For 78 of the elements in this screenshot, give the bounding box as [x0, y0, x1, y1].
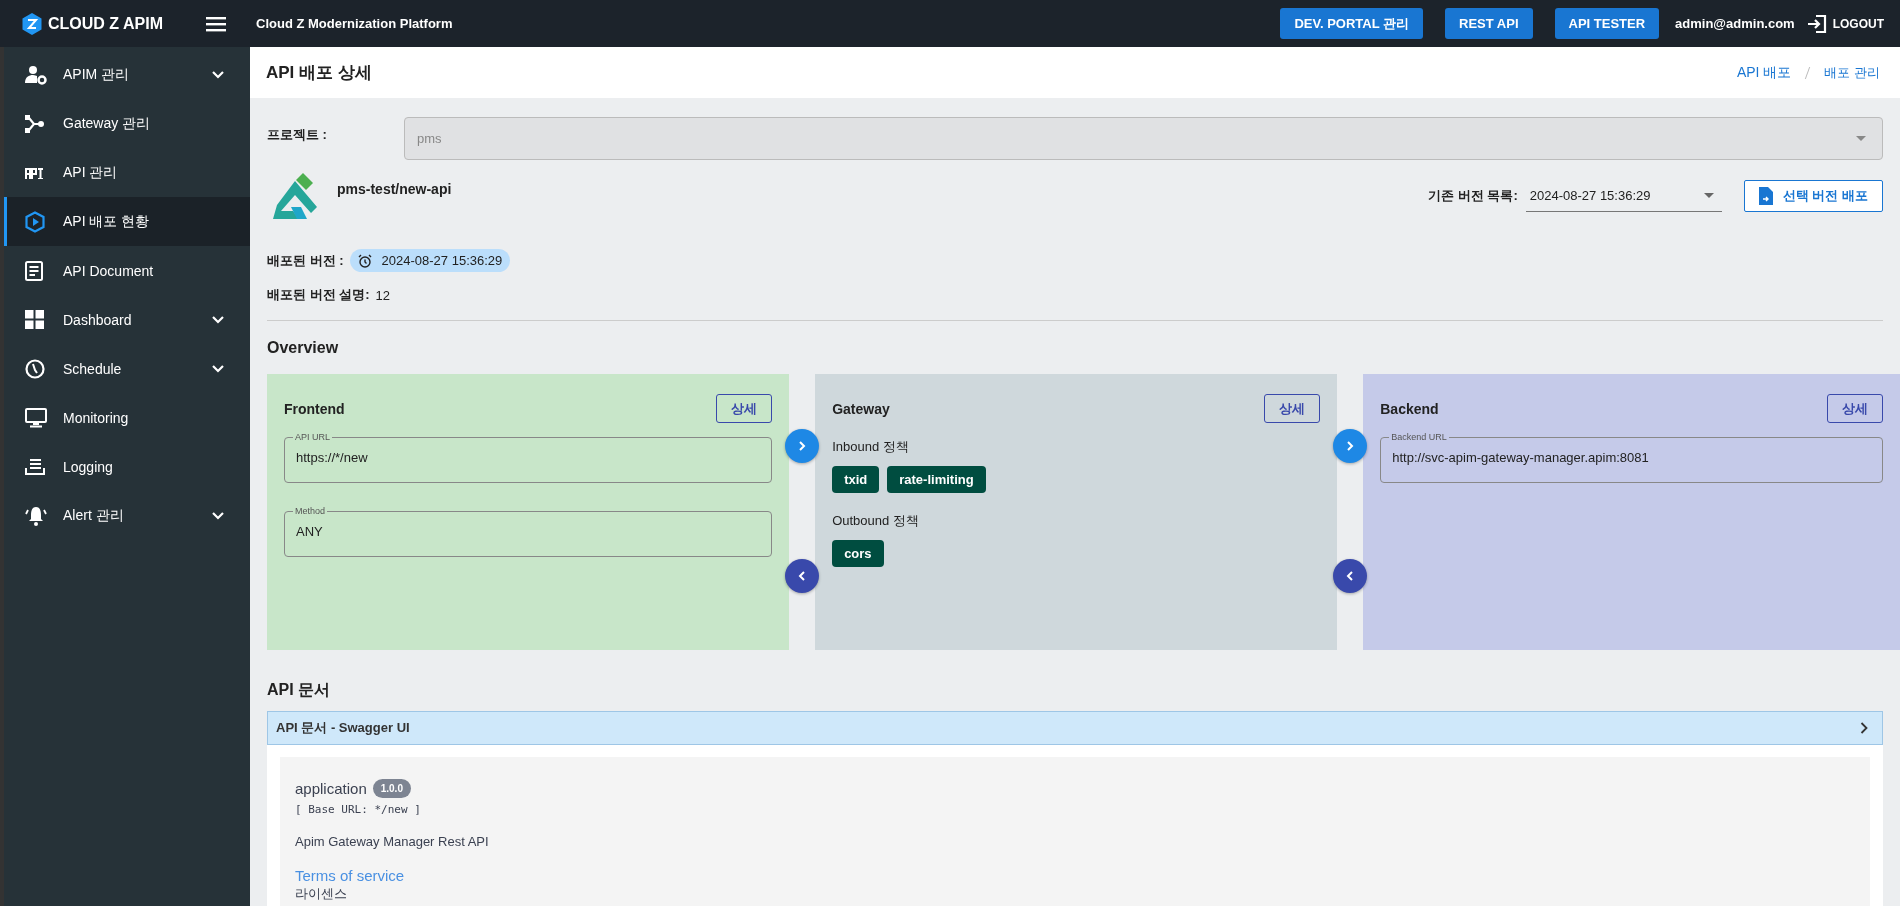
clock-icon — [25, 358, 45, 379]
detail-button[interactable]: 상세 — [716, 394, 773, 423]
version-description: 12 — [375, 287, 391, 303]
file-upload-icon — [1758, 187, 1773, 205]
dropdown-caret-icon — [1856, 136, 1866, 141]
license-text: 라이센스 — [295, 885, 348, 903]
platform-title: Cloud Z Modernization Platform — [256, 16, 453, 31]
grid-icon — [25, 310, 44, 329]
stacked-tray-icon — [25, 457, 45, 476]
deployed-version-label: 배포된 버전 : — [267, 251, 344, 270]
sidebar-item[interactable]: API 관리 — [4, 148, 250, 197]
logout-icon — [1806, 13, 1827, 34]
detail-button[interactable]: 상세 — [1827, 394, 1883, 423]
panel-title: Backend — [1380, 400, 1439, 417]
version-description-label: 배포된 버전 설명: — [267, 286, 370, 304]
chevron-right-icon — [1346, 441, 1355, 451]
alarm-clock-icon — [357, 253, 372, 268]
chevron-right-icon — [1860, 722, 1868, 734]
brand-name: CLOUD Z APIM — [48, 14, 163, 33]
version-chip: 2024-08-27 15:36:29 — [349, 249, 511, 272]
version-list-label: 기존 버전 목록: — [1428, 187, 1518, 205]
hexagon-logo-icon — [22, 12, 42, 35]
api-icon — [25, 166, 45, 179]
dropdown-caret-icon — [1703, 193, 1714, 198]
deploy-version-button[interactable]: 선택 버전 배포 — [1743, 180, 1883, 212]
sidebar-item[interactable]: Schedule — [4, 344, 250, 393]
top-nav-button[interactable]: REST API — [1445, 8, 1533, 39]
chevron-left-icon — [1346, 571, 1355, 581]
policy-group-label: Outbound 정책 — [832, 513, 919, 528]
sidebar-item[interactable]: API Document — [4, 246, 250, 295]
user-email: admin@admin.com — [1675, 16, 1795, 31]
chevron-right-icon — [798, 441, 807, 451]
policy-tag: txid — [832, 466, 880, 493]
sidebar-item[interactable]: Monitoring — [4, 393, 250, 442]
field-label: Backend URL — [1389, 432, 1449, 442]
user-gear-icon — [25, 64, 47, 85]
sidebar-item[interactable]: Dashboard — [4, 295, 250, 344]
app-title: application — [295, 780, 367, 797]
menu-icon[interactable] — [206, 15, 226, 32]
policy-tag: rate-limiting — [887, 466, 986, 493]
sidebar-item[interactable]: APIM 관리 — [4, 50, 250, 99]
chevron-down-icon — [212, 364, 224, 373]
monitor-icon — [25, 407, 47, 428]
branch-nodes-icon — [25, 113, 45, 134]
overview-title: Overview — [267, 339, 340, 357]
base-url: [ Base URL: */new ] — [295, 803, 422, 816]
sidebar-item[interactable]: Gateway 관리 — [4, 99, 250, 148]
sidebar-item[interactable]: Logging — [4, 442, 250, 491]
panel-title: Gateway — [832, 400, 890, 417]
breadcrumb-link[interactable]: 배포 관리 — [1824, 63, 1880, 82]
mountain-logo-icon — [273, 173, 317, 219]
top-nav-button[interactable]: DEV. PORTAL 관리 — [1280, 8, 1423, 39]
api-description: Apim Gateway Manager Rest API — [295, 834, 490, 849]
project-label: 프로젝트 : — [267, 125, 328, 144]
bell-icon — [25, 504, 47, 527]
chevron-down-icon — [212, 70, 224, 79]
accordion-header[interactable]: API 문서 - Swagger UI — [267, 711, 1883, 745]
chevron-down-icon — [212, 511, 224, 520]
sidebar-item[interactable]: API 배포 현황 — [4, 197, 250, 246]
docs-title: API 문서 — [267, 680, 332, 700]
breadcrumb-link[interactable]: API 배포 — [1736, 63, 1792, 82]
top-nav-button[interactable]: API TESTER — [1554, 8, 1660, 39]
version-select[interactable]: 2024-08-27 15:36:29 — [1525, 180, 1722, 212]
policy-tag: cors — [832, 540, 884, 567]
logout-button[interactable]: LOGOUT — [1806, 13, 1884, 34]
version-badge: 1.0.0 — [372, 779, 411, 798]
field-label: Method — [293, 506, 328, 516]
api-name: pms-test/new-api — [337, 181, 452, 197]
sidebar-item[interactable]: Alert 관리 — [4, 491, 250, 540]
chevron-left-icon — [798, 571, 807, 581]
hexagon-play-icon — [25, 210, 45, 233]
page-title: API 배포 상세 — [266, 62, 373, 84]
document-icon — [25, 260, 43, 281]
policy-group-label: Inbound 정책 — [832, 439, 909, 454]
detail-button[interactable]: 상세 — [1264, 394, 1321, 423]
panel-title: Frontend — [284, 400, 345, 417]
chevron-down-icon — [212, 315, 224, 324]
field-label: API URL — [293, 432, 332, 442]
